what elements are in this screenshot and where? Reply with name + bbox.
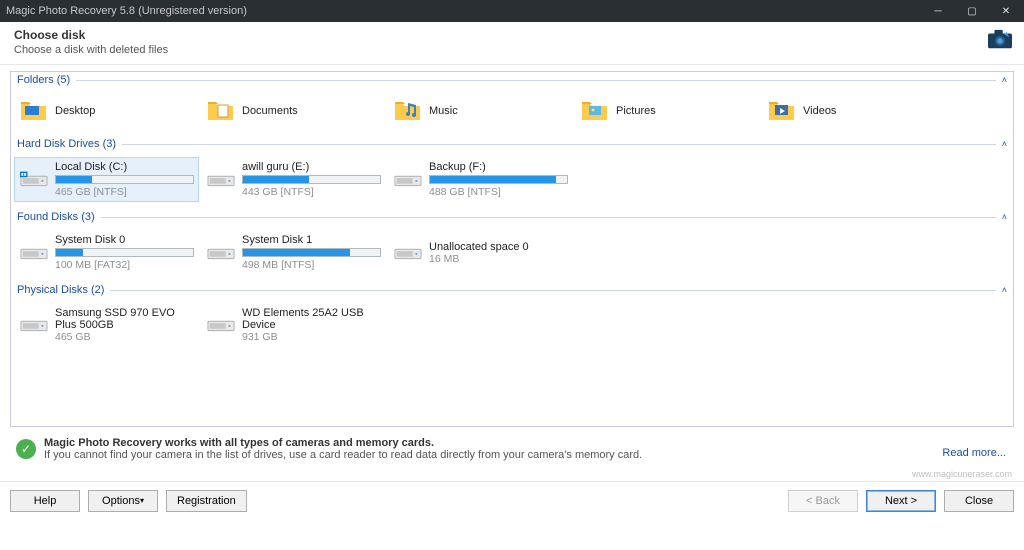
- section-hdd[interactable]: Hard Disk Drives (3)˄: [11, 136, 1013, 152]
- options-button[interactable]: Options: [88, 490, 158, 512]
- disk-name: awill guru (E:): [242, 161, 381, 173]
- hdd-icon: [206, 166, 236, 194]
- maximize-icon[interactable]: ▢: [964, 6, 980, 17]
- folder-icon: [580, 97, 610, 125]
- header: Choose disk Choose a disk with deleted f…: [0, 22, 1024, 65]
- chevron-up-icon: ˄: [1002, 212, 1007, 222]
- disk-name: WD Elements 25A2 USB Device: [242, 307, 381, 331]
- footer-note: ✓ Magic Photo Recovery works with all ty…: [10, 427, 1014, 467]
- disk-sub: 443 GB [NTFS]: [242, 186, 381, 198]
- folder-label: Documents: [242, 105, 381, 117]
- disk-item[interactable]: Local Disk (C:) 465 GB [NTFS]: [14, 157, 199, 202]
- help-button[interactable]: Help: [10, 490, 80, 512]
- folder-item[interactable]: Pictures: [575, 93, 760, 129]
- usage-bar: [55, 248, 194, 257]
- disk-name: Local Disk (C:): [55, 161, 194, 173]
- chevron-up-icon: ˄: [1002, 139, 1007, 149]
- disk-sub: 16 MB: [429, 253, 568, 265]
- disk-name: Unallocated space 0: [429, 241, 568, 253]
- disk-sub: 488 GB [NTFS]: [429, 186, 568, 198]
- usage-bar: [429, 175, 568, 184]
- close-icon[interactable]: ✕: [998, 6, 1014, 17]
- disk-item[interactable]: System Disk 1 498 MB [NTFS]: [201, 230, 386, 275]
- folder-icon: [206, 97, 236, 125]
- disk-sub: 498 MB [NTFS]: [242, 259, 381, 271]
- folder-icon: [19, 97, 49, 125]
- next-button[interactable]: Next >: [866, 490, 936, 512]
- disk-sub: 931 GB: [242, 331, 381, 343]
- disk-sub: 100 MB [FAT32]: [55, 259, 194, 271]
- hdd-icon: [19, 166, 49, 194]
- back-button: < Back: [788, 490, 858, 512]
- disk-name: System Disk 1: [242, 234, 381, 246]
- disk-name: System Disk 0: [55, 234, 194, 246]
- usage-bar: [242, 175, 381, 184]
- folder-label: Music: [429, 105, 568, 117]
- close-button[interactable]: Close: [944, 490, 1014, 512]
- folder-item[interactable]: Videos: [762, 93, 947, 129]
- folder-label: Pictures: [616, 105, 755, 117]
- folder-label: Desktop: [55, 105, 194, 117]
- disk-name: Backup (F:): [429, 161, 568, 173]
- disk-item[interactable]: awill guru (E:) 443 GB [NTFS]: [201, 157, 386, 202]
- disk-sub: 465 GB [NTFS]: [55, 186, 194, 198]
- hdd-icon: [206, 311, 236, 339]
- titlebar: Magic Photo Recovery 5.8 (Unregistered v…: [0, 0, 1024, 22]
- disk-name: Samsung SSD 970 EVO Plus 500GB: [55, 307, 194, 331]
- page-subtitle: Choose a disk with deleted files: [14, 44, 168, 56]
- folder-icon: [393, 97, 423, 125]
- section-folders[interactable]: Folders (5)˄: [11, 72, 1013, 88]
- button-bar: Help Options Registration < Back Next > …: [0, 481, 1024, 520]
- hdd-icon: [19, 239, 49, 267]
- folder-label: Videos: [803, 105, 942, 117]
- page-title: Choose disk: [14, 28, 85, 42]
- window-title: Magic Photo Recovery 5.8 (Unregistered v…: [6, 5, 247, 17]
- folder-icon: [767, 97, 797, 125]
- watermark: www.magicuneraser.com: [0, 467, 1024, 479]
- section-physical[interactable]: Physical Disks (2)˄: [11, 282, 1013, 298]
- hdd-icon: [393, 166, 423, 194]
- physical-disk-item[interactable]: Samsung SSD 970 EVO Plus 500GB 465 GB: [14, 303, 199, 347]
- hdd-icon: [206, 239, 236, 267]
- folder-item[interactable]: Documents: [201, 93, 386, 129]
- disk-item[interactable]: System Disk 0 100 MB [FAT32]: [14, 230, 199, 275]
- disk-item[interactable]: Unallocated space 0 16 MB: [388, 230, 573, 275]
- folder-item[interactable]: Desktop: [14, 93, 199, 129]
- hdd-icon: [393, 239, 423, 267]
- physical-disk-item[interactable]: WD Elements 25A2 USB Device 931 GB: [201, 303, 386, 347]
- app-logo-icon: [986, 28, 1014, 52]
- disk-sub: 465 GB: [55, 331, 194, 343]
- chevron-up-icon: ˄: [1002, 285, 1007, 295]
- usage-bar: [242, 248, 381, 257]
- disk-panel: Folders (5)˄ Desktop Documents Music Pic…: [10, 71, 1014, 427]
- disk-item[interactable]: Backup (F:) 488 GB [NTFS]: [388, 157, 573, 202]
- usage-bar: [55, 175, 194, 184]
- read-more-link[interactable]: Read more...: [942, 447, 1006, 459]
- chevron-up-icon: ˄: [1002, 75, 1007, 85]
- registration-button[interactable]: Registration: [166, 490, 247, 512]
- section-found[interactable]: Found Disks (3)˄: [11, 209, 1013, 225]
- hdd-icon: [19, 311, 49, 339]
- minimize-icon[interactable]: ─: [930, 6, 946, 17]
- folder-item[interactable]: Music: [388, 93, 573, 129]
- checkmark-icon: ✓: [16, 439, 36, 459]
